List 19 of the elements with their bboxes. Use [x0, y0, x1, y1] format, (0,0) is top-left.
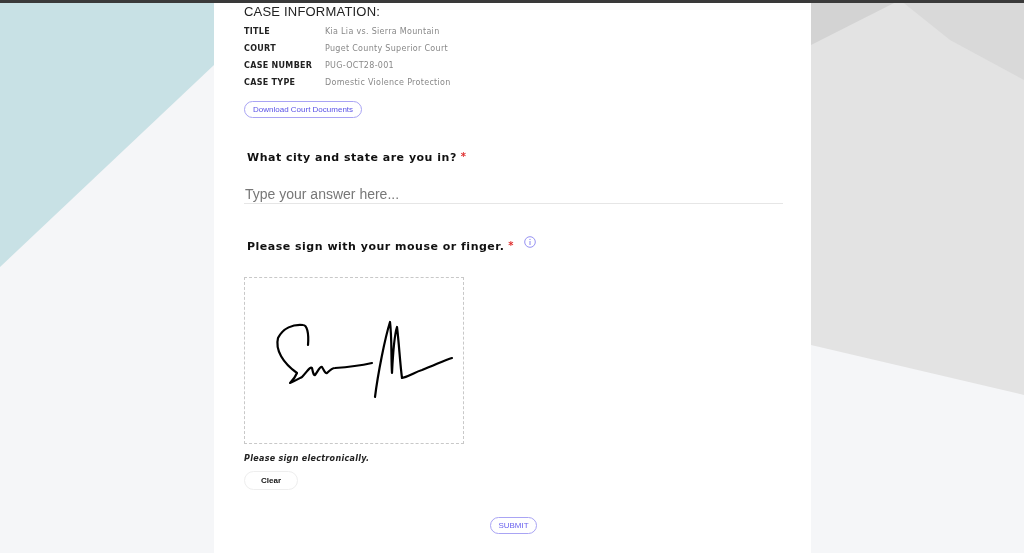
clear-button[interactable]: Clear	[244, 471, 298, 490]
field-label: COURT	[244, 43, 277, 55]
field-value: Puget County Superior Court	[325, 43, 449, 55]
field-label: CASE TYPE	[244, 77, 297, 89]
question-label: Please sign with your mouse or finger.	[247, 240, 505, 253]
submit-button[interactable]: SUBMIT	[490, 517, 537, 534]
section-heading: CASE INFORMATION:	[244, 4, 381, 19]
question-label: What city and state are you in?	[247, 151, 457, 164]
required-mark: *	[508, 240, 515, 251]
signature-hint: Please sign electronically.	[244, 454, 370, 463]
signature-pad[interactable]	[244, 277, 464, 444]
answer-field[interactable]: Type your answer here...	[244, 186, 783, 204]
required-mark: *	[460, 151, 467, 162]
field-label: TITLE	[244, 26, 271, 38]
field-value: Kia Lia vs. Sierra Mountain	[325, 26, 441, 38]
field-value: Domestic Violence Protection	[325, 77, 451, 89]
download-button[interactable]: Download Court Documents	[244, 101, 363, 118]
field-value: PUG-OCT28-001	[325, 60, 395, 72]
field-label: CASE NUMBER	[244, 60, 314, 72]
